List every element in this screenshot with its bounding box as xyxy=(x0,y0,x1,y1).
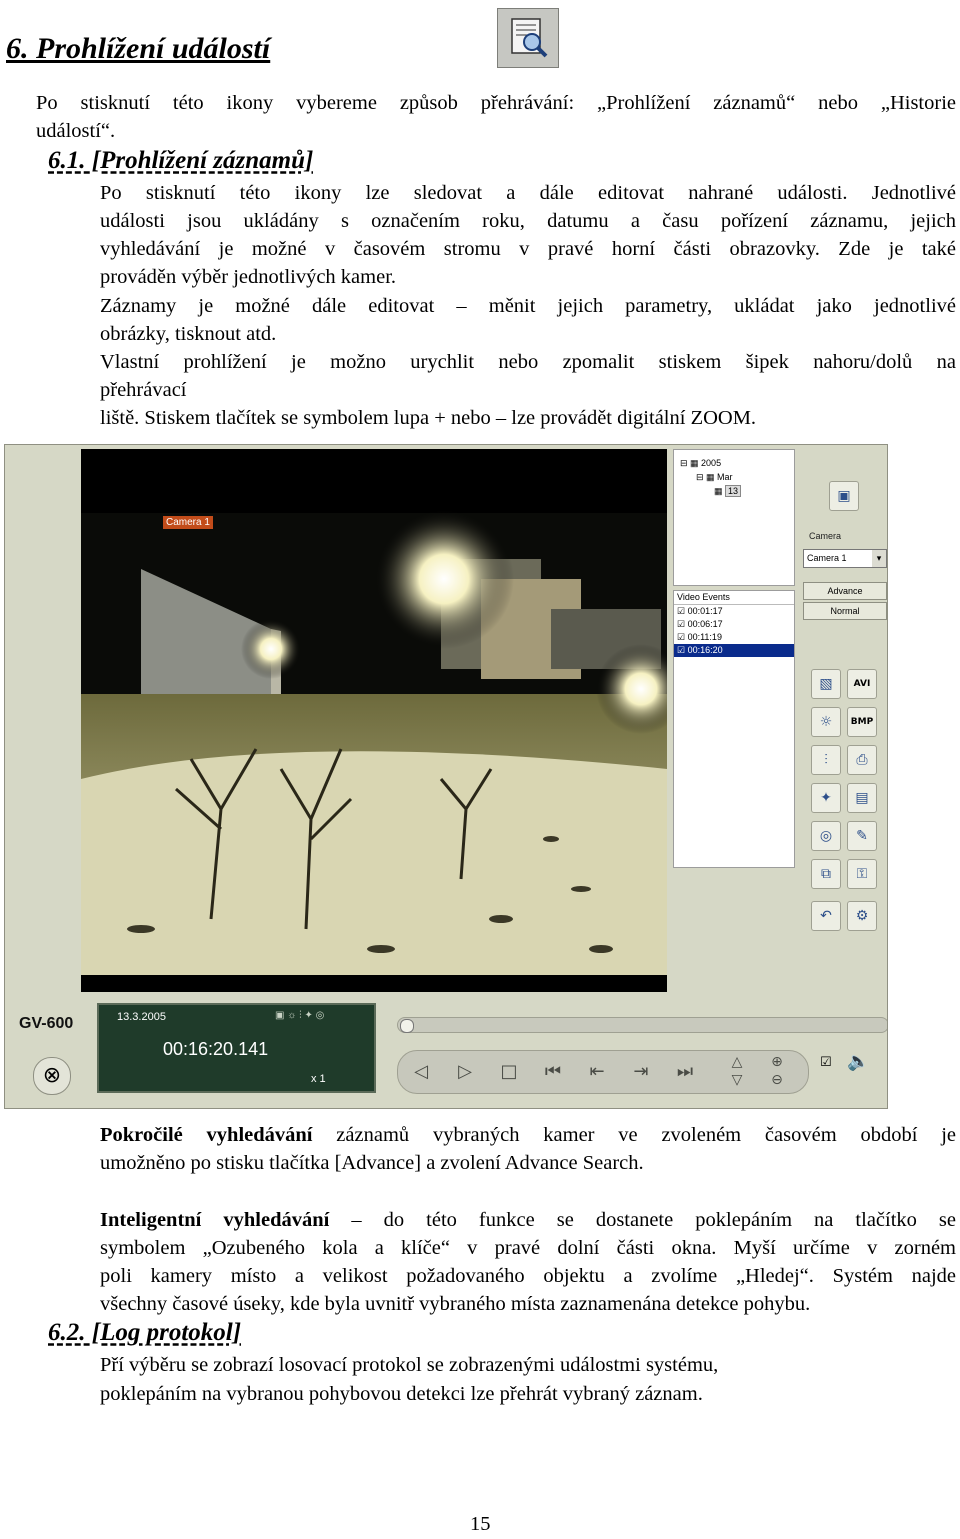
zoom-out-icon[interactable]: ⊖ xyxy=(762,1071,792,1091)
camera-overlay-label: Camera 1 xyxy=(163,516,213,529)
display-speed: x 1 xyxy=(311,1073,326,1085)
step-back-icon[interactable]: ⇤ xyxy=(582,1057,612,1087)
print-icon[interactable]: ⎙ xyxy=(847,745,877,775)
event-item-selected[interactable]: ☑ 00:16:20 xyxy=(674,644,794,657)
video-area: Camera 1 xyxy=(81,449,667,992)
adjust-sliders-icon[interactable]: ⫶ xyxy=(811,745,841,775)
event-item[interactable]: ☑ 00:01:17 xyxy=(674,605,794,618)
camera-select[interactable]: Camera 1 ▾ xyxy=(803,549,887,568)
chevron-down-icon[interactable]: ▾ xyxy=(872,550,886,567)
zoom-in-icon[interactable]: ⊕ xyxy=(762,1051,792,1071)
section-6-1-line: přehrávací xyxy=(100,379,187,401)
tree-day-node[interactable]: ▦ 13 xyxy=(714,485,742,497)
edit-icon[interactable]: ✎ xyxy=(847,821,877,851)
section-6-1-line: liště. Stiskem tlačítek se symbolem lupa… xyxy=(100,407,757,429)
brightness-icon[interactable]: ☼ xyxy=(811,707,841,737)
section-6-2-line: Pří výběru se zobrazí losovací protokol … xyxy=(100,1354,719,1376)
section-6-1-title: 6.1. [Prohlížení záznamů] xyxy=(48,147,314,174)
play-reverse-icon[interactable]: ◁ xyxy=(406,1057,436,1087)
undo-icon[interactable]: ↶ xyxy=(811,901,841,931)
filter-icon[interactable]: ◎ xyxy=(811,821,841,851)
gear-wrench-icon[interactable]: ⚙ xyxy=(847,901,877,931)
tree-month-node[interactable]: ⊟ ▦ Mar xyxy=(696,472,733,483)
camera-switch-icon[interactable]: ▣ xyxy=(829,481,859,511)
display-mode-icons: ▣ ☼ ⫶ ✦ ◎ xyxy=(275,1010,325,1021)
advanced-search-line: Pokročilé vyhledávání záznamů vybraných … xyxy=(100,1124,956,1146)
section-6-1-line: prováděn výběr jednotlivých kamer. xyxy=(100,266,397,288)
snapshot-icon[interactable]: ▧ xyxy=(811,669,841,699)
page-heading: 6. Prohlížení událostí xyxy=(6,32,271,65)
section-6-1-line: Vlastní prohlížení je možno urychlit neb… xyxy=(100,351,956,373)
intelligent-search-line: Inteligentní vyhledávání – do této funkc… xyxy=(100,1209,957,1231)
play-icon[interactable]: ▷ xyxy=(450,1057,480,1087)
section-6-1-line: události jsou ukládány s označením roku,… xyxy=(100,210,956,232)
slow-down-icon[interactable]: ▽ xyxy=(722,1071,752,1091)
page-number: 15 xyxy=(470,1513,491,1535)
section-6-2-line: poklepáním na vybranou pohybovou detekci… xyxy=(100,1383,703,1405)
section-6-1-line: obrázky, tisknout atd. xyxy=(100,323,277,345)
normal-button[interactable]: Normal xyxy=(803,602,887,620)
intro-line-1: Po stisknutí této ikony vybereme způsob … xyxy=(36,92,956,114)
copy-icon[interactable]: ⧉ xyxy=(811,859,841,889)
player-screenshot: Camera 1 ⊟ ▦ 2005 ⊟ ▦ Mar ▦ 13 Video Eve… xyxy=(4,444,888,1109)
save-icon[interactable]: ▤ xyxy=(847,783,877,813)
camera-label: Camera xyxy=(809,531,842,541)
playback-bar: ◁ ▷ □ ⏮ ⇤ ⇥ ⏭ △ ▽ ⊕ ⊖ xyxy=(397,1050,809,1094)
audio-checkbox[interactable]: ☑ xyxy=(820,1055,832,1070)
time-display: 13.3.2005 ▣ ☼ ⫶ ✦ ◎ 00:16:20.141 x 1 xyxy=(97,1003,376,1093)
effects-icon[interactable]: ✦ xyxy=(811,783,841,813)
section-6-1-line: Záznamy je možné dále editovat – měnit j… xyxy=(100,295,956,317)
time-tree[interactable]: ⊟ ▦ 2005 ⊟ ▦ Mar ▦ 13 xyxy=(673,449,795,586)
lock-icon[interactable]: ⚿ xyxy=(847,859,877,889)
camera-frame-image xyxy=(81,509,667,975)
section-6-1-line: Po stisknutí této ikony lze sledovat a d… xyxy=(100,182,956,204)
step-forward-icon[interactable]: ⇥ xyxy=(626,1057,656,1087)
brand-label: GV-600 xyxy=(19,1015,74,1032)
tree-year-node[interactable]: ⊟ ▦ 2005 xyxy=(680,458,721,469)
event-item[interactable]: ☑ 00:11:19 xyxy=(674,631,794,644)
speed-up-icon[interactable]: △ xyxy=(722,1051,752,1071)
go-end-icon[interactable]: ⏭ xyxy=(670,1057,700,1087)
timeline-slider[interactable] xyxy=(397,1017,887,1033)
intro-line-2: událostí“. xyxy=(36,120,116,142)
speaker-icon[interactable]: 🔈 xyxy=(847,1051,869,1072)
bmp-export-icon[interactable]: BMP xyxy=(847,707,877,737)
display-time: 00:16:20.141 xyxy=(163,1039,269,1059)
section-6-2-title: 6.2. [Log protokol] xyxy=(48,1319,242,1346)
record-viewer-icon xyxy=(497,8,559,68)
display-date: 13.3.2005 xyxy=(117,1011,166,1023)
close-icon[interactable]: ⊗ xyxy=(33,1057,71,1095)
go-start-icon[interactable]: ⏮ xyxy=(538,1057,568,1087)
video-events-list[interactable]: Video Events ☑ 00:01:17 ☑ 00:06:17 ☑ 00:… xyxy=(673,590,795,868)
advanced-search-line: umožněno po stisku tlačítka [Advance] a … xyxy=(100,1152,644,1174)
slider-thumb[interactable] xyxy=(400,1019,414,1033)
event-item[interactable]: ☑ 00:06:17 xyxy=(674,618,794,631)
avi-export-icon[interactable]: AVI xyxy=(847,669,877,699)
stop-icon[interactable]: □ xyxy=(494,1057,524,1087)
advance-button[interactable]: Advance xyxy=(803,582,887,600)
events-header: Video Events xyxy=(674,591,794,605)
intelligent-search-line: všechny časové úseky, kde byla uvnitř vy… xyxy=(100,1293,811,1315)
intelligent-search-line: symbolem „Ozubeného kola a klíče“ v prav… xyxy=(100,1237,956,1259)
intelligent-search-line: poli kamery místo a velikost požadovanéh… xyxy=(100,1265,956,1287)
section-6-1-line: vyhledávání je možné v časovém stromu v … xyxy=(100,238,956,260)
